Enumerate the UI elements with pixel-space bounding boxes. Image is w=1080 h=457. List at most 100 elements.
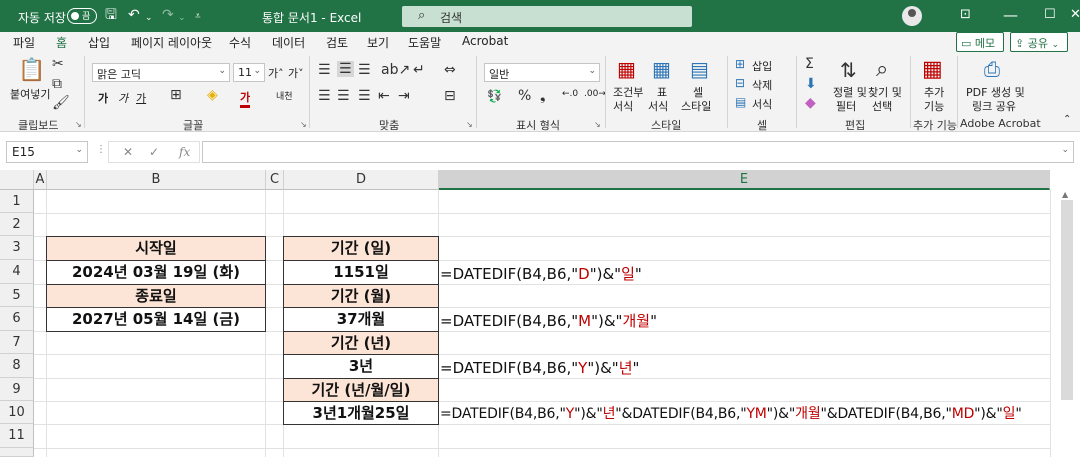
row-header[interactable]: 7 <box>0 331 34 354</box>
collapse-ribbon-icon[interactable]: ⌃ <box>1063 114 1071 125</box>
italic-icon[interactable]: 가 <box>118 90 128 106</box>
cell-d10[interactable]: 3년1개월25일 <box>283 401 439 425</box>
scrollbar-thumb[interactable] <box>1061 200 1073 400</box>
cell-d5[interactable]: 기간 (월) <box>283 284 439 308</box>
formula-input[interactable]: ⌄ <box>202 141 1074 163</box>
font-launcher-icon[interactable]: ↘ <box>300 120 307 129</box>
row-header[interactable]: 2 <box>0 213 34 236</box>
cell-e10[interactable]: =DATEDIF(B4,B6,"Y")&"년"&DATEDIF(B4,B6,"Y… <box>440 403 1022 423</box>
tab-acrobat[interactable]: Acrobat <box>462 34 508 48</box>
more-icon[interactable]: ⋮ <box>96 144 106 155</box>
avatar[interactable] <box>902 6 922 26</box>
cell-e6[interactable]: =DATEDIF(B4,B6,"M")&"개월" <box>440 310 657 331</box>
increase-decimal-icon[interactable]: ←.0 <box>562 89 578 99</box>
tab-help[interactable]: 도움말 <box>408 34 441 51</box>
addins-label-2[interactable]: 기능 <box>924 98 944 114</box>
merge-icon[interactable]: ⇔ <box>444 62 456 78</box>
insert-function-icon[interactable]: fx <box>179 145 190 159</box>
align-bottom-icon[interactable]: ☰ <box>358 62 371 78</box>
format-table-icon[interactable]: ▦ <box>652 57 671 81</box>
insert-cells-icon[interactable]: ⊞ <box>735 57 745 71</box>
row-header[interactable]: 6 <box>0 307 34 331</box>
column-header-a[interactable]: A <box>34 170 47 190</box>
addins-icon[interactable]: ▦ <box>922 57 943 82</box>
autosave-toggle[interactable]: 끔 <box>67 8 97 24</box>
insert-cells-label[interactable]: 삽입 <box>752 58 772 74</box>
customize-toolbar-icon[interactable]: ⩡ <box>195 9 201 25</box>
decrease-decimal-icon[interactable]: .00→ <box>584 89 606 99</box>
decrease-indent-icon[interactable]: ⇤ <box>378 88 390 104</box>
align-middle-icon[interactable]: ☰ <box>337 61 354 77</box>
row-header[interactable]: 1 <box>0 190 34 213</box>
cell-e4[interactable]: =DATEDIF(B4,B6,"D")&"일" <box>440 263 642 284</box>
find-select-label-2[interactable]: 선택 <box>872 98 892 114</box>
conditional-format-icon[interactable]: ▦ <box>617 57 636 81</box>
cell-d3[interactable]: 기간 (일) <box>283 236 439 261</box>
align-top-icon[interactable]: ☰ <box>318 62 331 78</box>
expand-formula-icon[interactable]: ⌄ <box>1061 145 1069 155</box>
cell-styles-icon[interactable]: ▤ <box>690 57 709 81</box>
decrease-font-icon[interactable]: 가˅ <box>288 65 304 81</box>
tab-insert[interactable]: 삽입 <box>88 34 110 51</box>
row-header[interactable]: 9 <box>0 378 34 401</box>
cell-d4[interactable]: 1151일 <box>283 260 439 285</box>
delete-cells-label[interactable]: 삭제 <box>752 77 772 93</box>
percent-icon[interactable]: % <box>518 88 531 104</box>
row-header[interactable]: 3 <box>0 236 34 260</box>
column-header-c[interactable]: C <box>266 170 284 190</box>
column-header-b[interactable]: B <box>47 170 266 190</box>
share-button[interactable]: ⇪ 공유 ⌄ <box>1010 32 1068 52</box>
clear-icon[interactable]: ◆ <box>805 95 816 111</box>
save-icon[interactable]: 🖫 <box>105 7 117 23</box>
phonetic-icon[interactable]: 내천 <box>276 89 293 102</box>
wrap-text-icon[interactable]: ↵ <box>413 62 425 78</box>
close-icon[interactable]: ✕ <box>1070 7 1080 22</box>
tab-formulas[interactable]: 수식 <box>229 34 251 51</box>
tab-data[interactable]: 데이터 <box>272 34 305 51</box>
row-header[interactable]: 4 <box>0 260 34 284</box>
font-color-icon[interactable]: 가 <box>240 89 251 108</box>
format-cells-label[interactable]: 서식 <box>752 96 772 112</box>
sort-filter-icon[interactable]: ⇅ <box>840 58 857 82</box>
clipboard-launcher-icon[interactable]: ↘ <box>75 120 82 129</box>
tab-view[interactable]: 보기 <box>367 34 389 51</box>
bold-icon[interactable]: 가 <box>98 90 108 106</box>
fill-icon[interactable]: ⬇ <box>805 76 817 92</box>
row-header[interactable]: 10 <box>0 401 34 424</box>
tab-file[interactable]: 파일 <box>13 34 35 51</box>
orientation-icon[interactable]: ab↗ <box>381 62 410 78</box>
redo-dropdown-icon[interactable]: ⌄ <box>178 10 186 26</box>
underline-icon[interactable]: 가 <box>136 90 146 106</box>
format-painter-icon[interactable]: 🖌 <box>52 95 70 111</box>
undo-icon[interactable]: ↶ <box>128 7 140 23</box>
comma-icon[interactable]: ❟ <box>540 88 546 104</box>
column-header-d[interactable]: D <box>284 170 439 190</box>
vertical-scrollbar[interactable]: ▲ <box>1050 190 1080 457</box>
undo-dropdown-icon[interactable]: ⌄ <box>145 10 153 26</box>
memo-button[interactable]: ▭ 메모 <box>956 32 1004 52</box>
alignment-launcher-icon[interactable]: ↘ <box>466 120 473 129</box>
copy-icon[interactable]: ⧉ <box>52 76 62 92</box>
name-box[interactable]: E15 ⌄ <box>6 141 88 163</box>
tab-review[interactable]: 검토 <box>326 34 348 51</box>
conditional-format-label-2[interactable]: 서식 <box>613 98 633 114</box>
borders-icon[interactable]: ⊞ <box>170 87 182 103</box>
maximize-icon[interactable]: ☐ <box>1044 7 1056 22</box>
row-header[interactable]: 11 <box>0 424 34 448</box>
search-box[interactable]: ⌕ 검색 <box>402 6 692 27</box>
number-format-combo[interactable]: 일반 ⌄ <box>484 63 600 82</box>
cell-d6[interactable]: 37개월 <box>283 307 439 332</box>
increase-indent-icon[interactable]: ⇥ <box>398 88 410 104</box>
cell-styles-label-2[interactable]: 스타일 <box>681 98 711 114</box>
cell-e8[interactable]: =DATEDIF(B4,B6,"Y")&"년" <box>440 357 639 378</box>
format-table-label-2[interactable]: 서식 <box>648 98 668 114</box>
delete-cells-icon[interactable]: ⊟ <box>735 76 745 90</box>
cell-d8[interactable]: 3년 <box>283 354 439 379</box>
find-select-icon[interactable]: ⌕ <box>876 57 888 82</box>
enter-icon[interactable]: ✓ <box>149 145 159 159</box>
redo-icon[interactable]: ↷ <box>162 7 174 23</box>
pdf-icon[interactable]: ⎙ <box>984 57 1000 81</box>
cell-d7[interactable]: 기간 (년) <box>283 331 439 355</box>
adobe-label-2[interactable]: 링크 공유 <box>972 98 1016 114</box>
scroll-up-icon[interactable]: ▲ <box>1062 190 1068 199</box>
